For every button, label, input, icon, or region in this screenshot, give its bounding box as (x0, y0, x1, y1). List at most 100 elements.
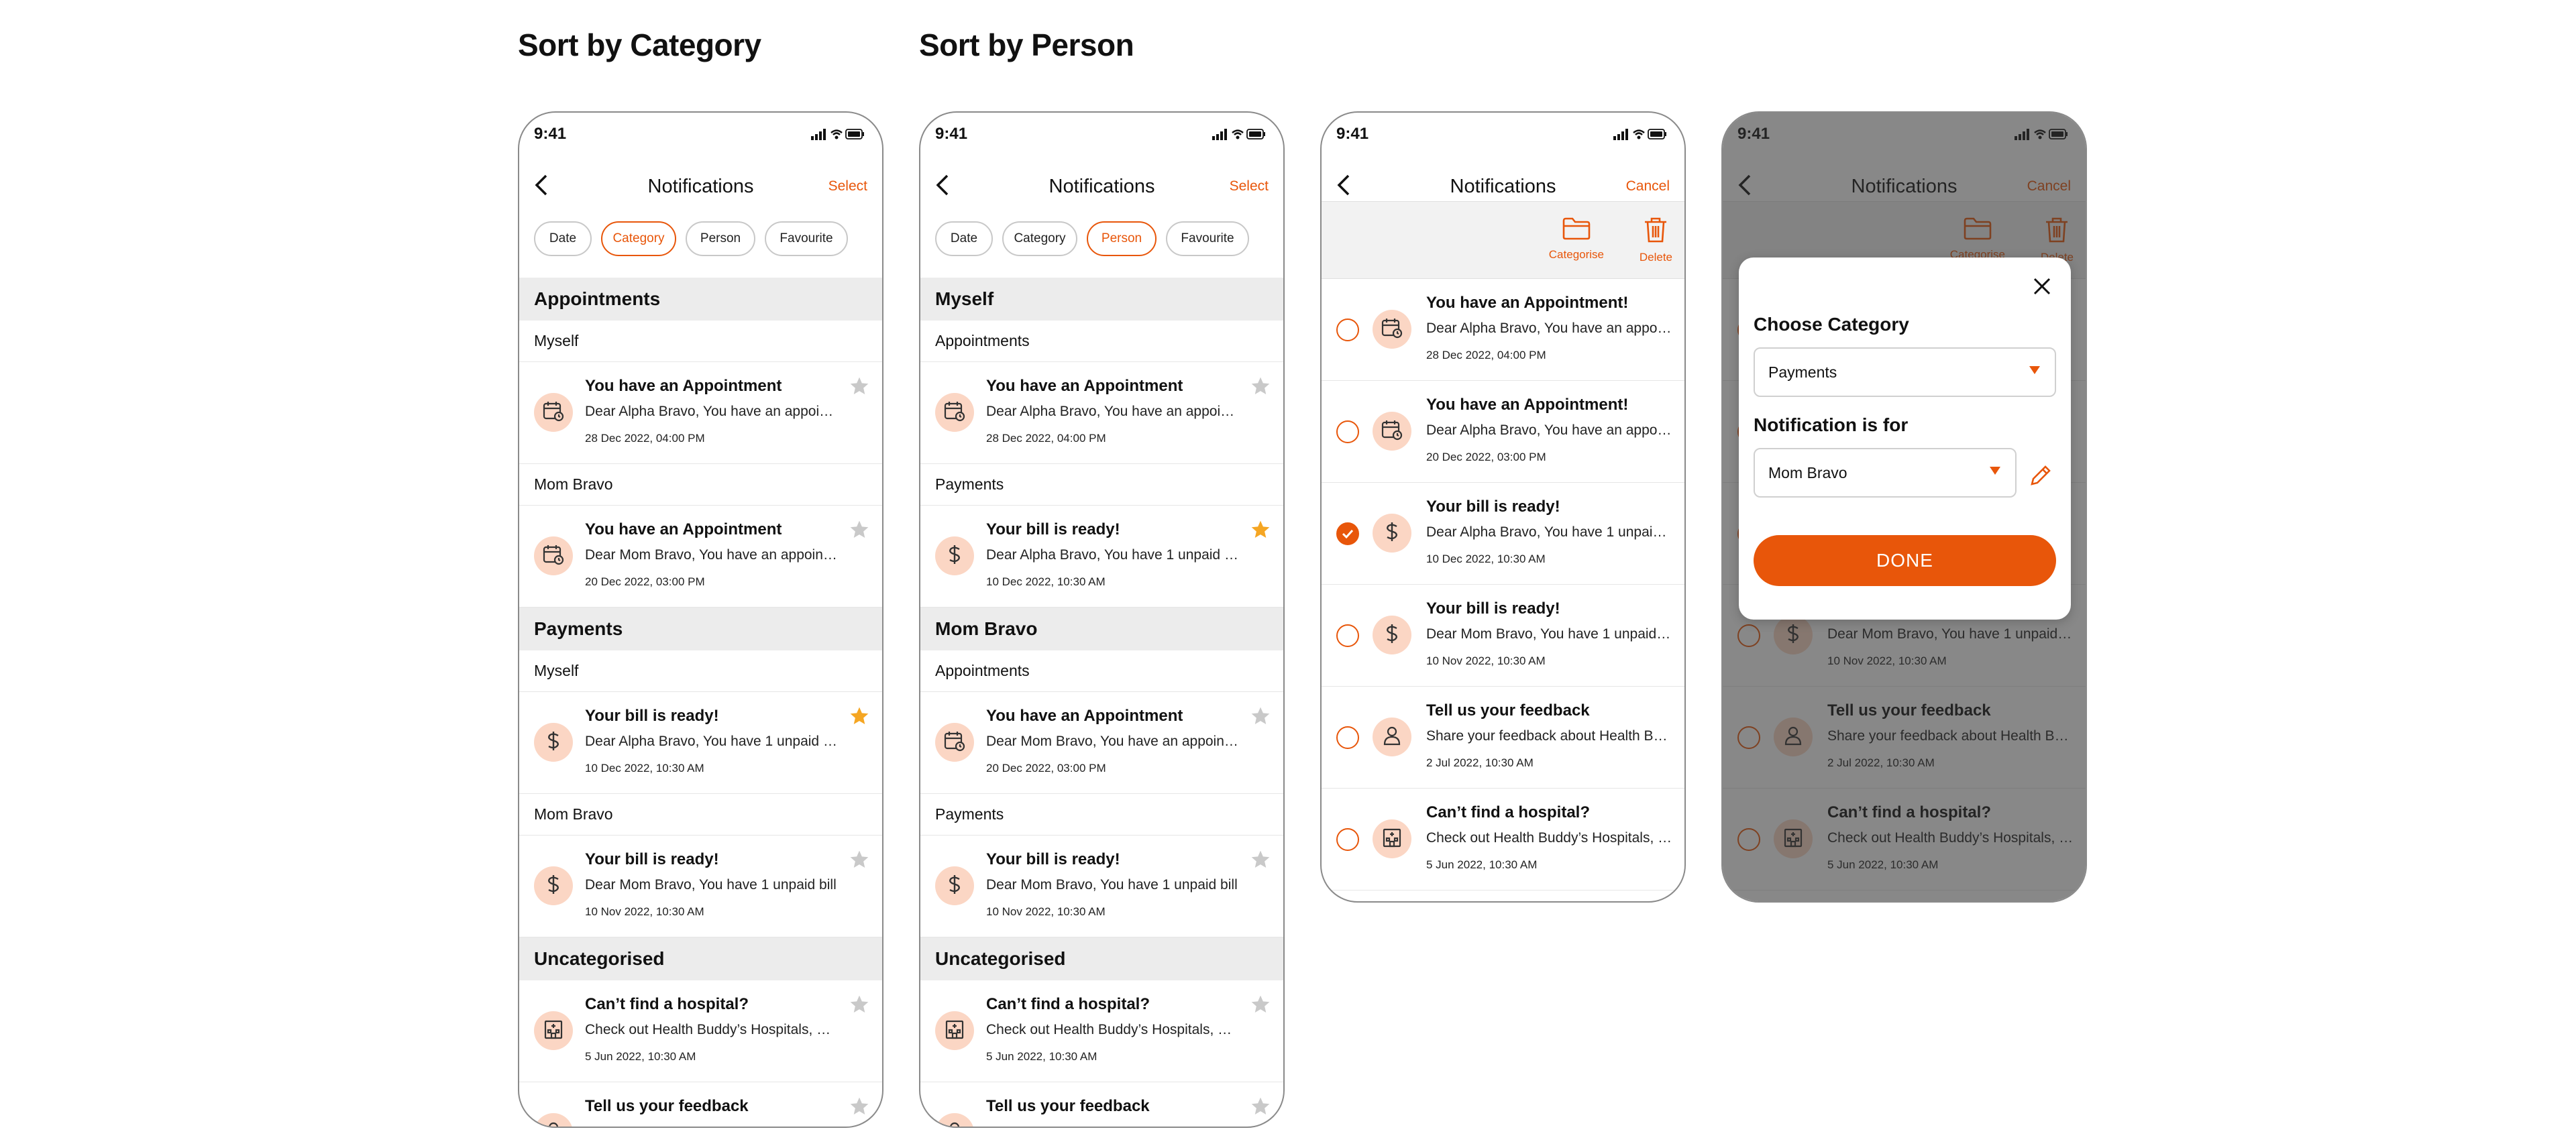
status-icons (811, 127, 865, 144)
dropdown-caret-icon (2029, 366, 2040, 374)
delete-button[interactable]: Delete (1640, 217, 1672, 264)
notification-body: Dear Alpha Bravo, You have an appointmen… (1426, 321, 1674, 336)
phone-select-mode: 9:41 Notifications Cancel Categorise Delete Y… (1320, 111, 1686, 903)
notification-row[interactable]: You have an Appointment Dear Alpha Bravo,… (519, 362, 882, 464)
filter-chip-date[interactable]: Date (534, 221, 592, 256)
selectable-notification-list: You have an Appointment! Dear Alpha Bravo… (1322, 279, 1684, 891)
close-icon[interactable] (2032, 276, 2052, 296)
select-radio[interactable] (1336, 828, 1359, 851)
favourite-star-icon[interactable] (1250, 376, 1271, 397)
notification-row[interactable]: Can’t find a hospital? Check out Health B… (519, 980, 882, 1082)
notification-avatar (935, 393, 974, 432)
select-radio[interactable] (1336, 726, 1359, 749)
favourite-star-icon[interactable] (849, 1096, 870, 1117)
sub-header: Mom Bravo (519, 794, 882, 836)
favourite-star-icon[interactable] (1250, 849, 1271, 870)
selectable-notification-row[interactable]: Tell us your feedback Share your feedback… (1322, 687, 1684, 789)
select-radio[interactable] (1336, 420, 1359, 443)
notification-row[interactable]: Your bill is ready! Dear Alpha Bravo, You… (920, 506, 1283, 608)
favourite-star-icon[interactable] (849, 376, 870, 397)
favourite-star-icon[interactable] (849, 705, 870, 727)
favourite-star-icon[interactable] (1250, 519, 1271, 540)
selectable-notification-row[interactable]: Your bill is ready! Dear Mom Bravo, You h… (1322, 585, 1684, 687)
notification-time: 28 Dec 2022, 04:00 PM (986, 432, 1106, 445)
notification-time: 20 Dec 2022, 03:00 PM (1426, 451, 1546, 463)
notification-avatar (935, 723, 974, 762)
notification-avatar (1373, 412, 1411, 451)
dollar-icon (542, 873, 565, 899)
notification-body: Dear Mom Bravo, You have an appointment … (585, 547, 840, 563)
favourite-star-icon[interactable] (1250, 705, 1271, 727)
category-select[interactable]: Payments (1754, 347, 2056, 397)
notification-title: Your bill is ready! (986, 850, 1120, 868)
notification-title: You have an Appointment (986, 707, 1183, 725)
status-icons (1613, 127, 1667, 144)
trash-icon (1643, 217, 1668, 247)
notification-title: You have an Appointment (986, 377, 1183, 395)
notification-title: Tell us your feedback (986, 1097, 1150, 1115)
favourite-star-icon[interactable] (849, 519, 870, 540)
group-header: Mom Bravo (920, 608, 1283, 650)
filter-chip-favourite[interactable]: Favourite (1166, 221, 1249, 256)
nav-select-button[interactable]: Select (828, 178, 867, 194)
filter-chip-person[interactable]: Person (686, 221, 755, 256)
notification-row[interactable]: You have an Appointment Dear Alpha Bravo,… (920, 362, 1283, 464)
notification-time: 28 Dec 2022, 04:00 PM (1426, 349, 1546, 361)
selectable-notification-row[interactable]: You have an Appointment! Dear Alpha Bravo… (1322, 279, 1684, 381)
notification-list: Appointments Myself You have an Appointmen… (519, 278, 882, 1127)
category-select-value: Payments (1768, 363, 1837, 381)
status-time: 9:41 (534, 125, 567, 143)
dollar-icon (943, 873, 966, 899)
nav-cancel-button[interactable]: Cancel (1626, 178, 1670, 194)
hospital-icon (542, 1018, 565, 1044)
folder-icon (1562, 217, 1591, 244)
notification-body: Dear Alpha Bravo, You have 1 unpaid bill (986, 547, 1241, 563)
notification-avatar (1373, 819, 1411, 858)
select-radio[interactable] (1336, 319, 1359, 341)
favourite-star-icon[interactable] (1250, 994, 1271, 1015)
select-radio[interactable] (1336, 522, 1359, 545)
status-icons (1212, 127, 1266, 144)
notification-row[interactable]: You have an Appointment Dear Mom Bravo, Y… (519, 506, 882, 608)
status-bar: 9:41 (1322, 113, 1684, 153)
notification-row[interactable]: Your bill is ready! Dear Alpha Bravo, You… (519, 692, 882, 794)
favourite-star-icon[interactable] (849, 994, 870, 1015)
selectable-notification-row[interactable]: Your bill is ready! Dear Alpha Bravo, You… (1322, 483, 1684, 585)
notification-time: 20 Dec 2022, 03:00 PM (986, 762, 1106, 774)
selectable-notification-row[interactable]: Can’t find a hospital? Check out Health B… (1322, 789, 1684, 891)
notification-row[interactable]: Your bill is ready! Dear Mom Bravo, You h… (519, 836, 882, 937)
selectable-notification-row[interactable]: You have an Appointment! Dear Alpha Bravo… (1322, 381, 1684, 483)
nav-select-button[interactable]: Select (1230, 178, 1269, 194)
filter-chip-category[interactable]: Category (601, 221, 676, 256)
calendar-icon (943, 730, 966, 756)
notification-title: Tell us your feedback (1426, 701, 1590, 720)
section-title-category: Sort by Category (518, 27, 761, 62)
person-select[interactable]: Mom Bravo (1754, 448, 2017, 498)
notification-avatar (935, 866, 974, 905)
filter-chip-favourite[interactable]: Favourite (765, 221, 848, 256)
nav-bar: Notifications Select (920, 153, 1283, 228)
notification-row[interactable]: Tell us your feedback (920, 1082, 1283, 1127)
group-header: Myself (920, 278, 1283, 321)
favourite-star-icon[interactable] (1250, 1096, 1271, 1117)
pencil-icon[interactable] (2028, 463, 2053, 488)
notification-avatar (935, 1113, 974, 1127)
group-header: Uncategorised (519, 937, 882, 980)
filter-chip-category[interactable]: Category (1002, 221, 1077, 256)
select-radio[interactable] (1336, 624, 1359, 647)
notification-time: 10 Nov 2022, 10:30 AM (1426, 654, 1546, 667)
filter-chip-person[interactable]: Person (1087, 221, 1157, 256)
notification-row[interactable]: Can’t find a hospital? Check out Health B… (920, 980, 1283, 1082)
notification-row[interactable]: Tell us your feedback (519, 1082, 882, 1127)
favourite-star-icon[interactable] (849, 849, 870, 870)
filter-chip-date[interactable]: Date (935, 221, 993, 256)
notification-row[interactable]: You have an Appointment Dear Mom Bravo, Y… (920, 692, 1283, 794)
notification-title: Your bill is ready! (1426, 599, 1560, 618)
notification-body: Share your feedback about Health Buddy (1426, 728, 1674, 744)
calendar-icon (542, 400, 565, 426)
categorise-button[interactable]: Categorise (1549, 217, 1604, 262)
notification-row[interactable]: Your bill is ready! Dear Mom Bravo, You h… (920, 836, 1283, 937)
status-bar: 9:41 (519, 113, 882, 153)
done-button[interactable]: DONE (1754, 535, 2056, 586)
notification-list: Myself Appointments You have an Appointmen… (920, 278, 1283, 1127)
